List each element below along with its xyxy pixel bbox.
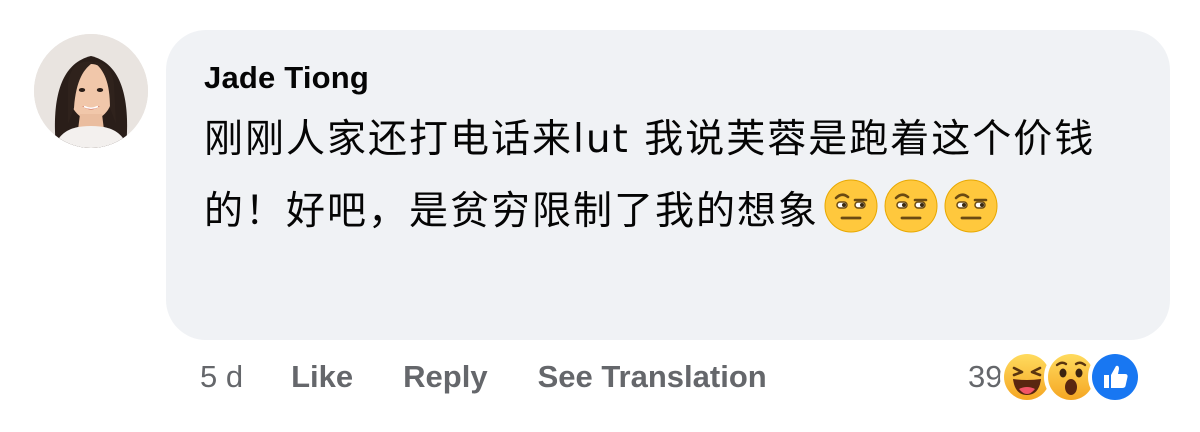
comment-actions: 5 d Like Reply See Translation <box>200 355 817 399</box>
comment-timestamp[interactable]: 5 d <box>200 359 243 395</box>
comment-body: 刚刚人家还打电话来lut 我说芙蓉是跑着这个价钱的！好吧，是贫穷限制了我的想象 <box>204 104 1134 248</box>
reactions-summary[interactable]: 39 <box>968 350 1143 404</box>
face-with-raised-eyebrow-icon <box>883 178 939 234</box>
like-button[interactable]: Like <box>291 359 353 395</box>
like-icon <box>1088 350 1143 404</box>
avatar-photo <box>34 34 148 148</box>
reaction-count: 39 <box>968 359 1003 394</box>
face-with-raised-eyebrow-icon <box>943 178 999 234</box>
comment-bubble: Jade Tiong 刚刚人家还打电话来lut 我说芙蓉是跑着这个价钱的！好吧，… <box>166 30 1170 340</box>
see-translation-button[interactable]: See Translation <box>538 359 767 395</box>
comment: Jade Tiong 刚刚人家还打电话来lut 我说芙蓉是跑着这个价钱的！好吧，… <box>0 0 1200 432</box>
avatar[interactable] <box>34 34 148 148</box>
reply-button[interactable]: Reply <box>403 359 487 395</box>
comment-author[interactable]: Jade Tiong <box>204 58 1134 98</box>
face-with-raised-eyebrow-icon <box>823 178 879 234</box>
